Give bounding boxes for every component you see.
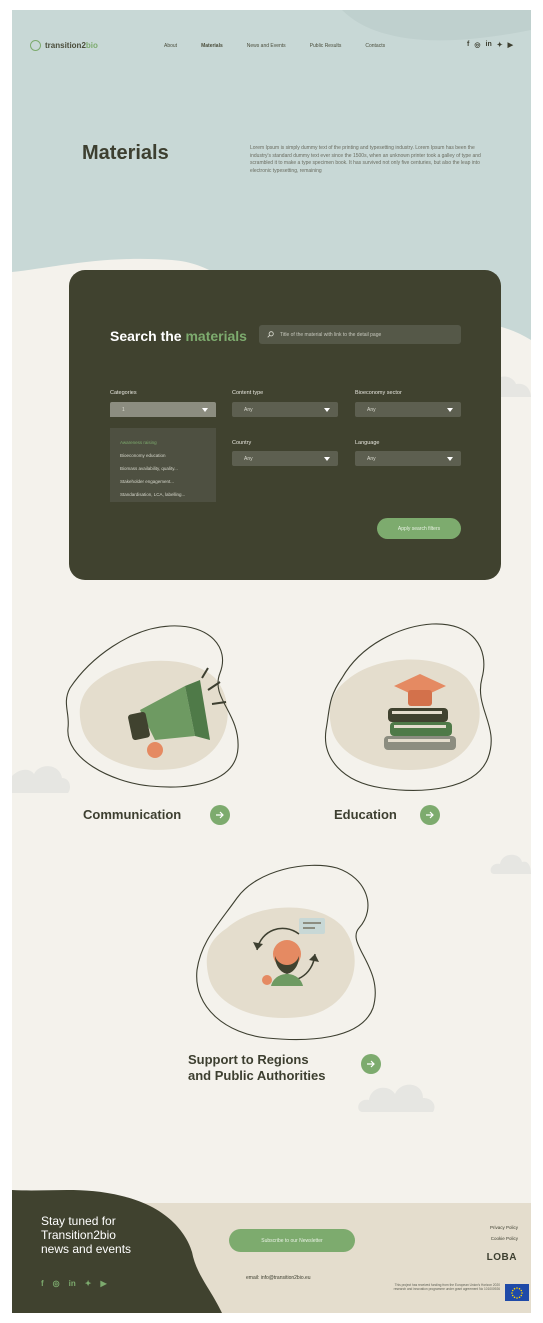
instagram-icon[interactable]: ◎ [474, 41, 480, 49]
contact-email[interactable]: email: info@transition2bio.eu [246, 1275, 311, 1281]
books-icon [384, 708, 456, 750]
communication-arrow-button[interactable] [210, 805, 230, 825]
eu-disclaimer: This project has received funding from t… [393, 1283, 500, 1292]
search-box[interactable] [259, 325, 461, 344]
support-label[interactable]: Support to Regions and Public Authoritie… [188, 1052, 325, 1084]
nav-link-news-events[interactable]: News and Events [247, 43, 286, 49]
bioeconomy-sector-select[interactable]: Any [355, 402, 461, 417]
privacy-policy-link[interactable]: Privacy Policy [490, 1222, 518, 1233]
social-icons-top: f ◎ in ✦ ▶ [467, 41, 513, 49]
content-type-label: Content type [232, 390, 264, 396]
support-label-line1: Support to Regions [188, 1052, 309, 1067]
chevron-down-icon [202, 407, 208, 412]
search-title-text: Search the [110, 328, 186, 344]
linkedin-icon[interactable]: in [486, 41, 492, 49]
cloud-decoration [358, 1084, 435, 1112]
top-nav: transition2bio About Materials News and … [12, 40, 531, 56]
newsletter-heading-line: news and events [41, 1242, 132, 1256]
cloud-decoration [490, 854, 531, 874]
logo-text: transition2 [45, 41, 86, 50]
language-value: Any [367, 455, 376, 462]
categories-label: Categories [110, 390, 137, 396]
footer-links: Privacy Policy Cookie Policy [490, 1222, 518, 1244]
bioeconomy-sector-label: Bioeconomy sector [355, 390, 402, 396]
search-panel: Search the materials Categories 1 Awaren… [69, 270, 501, 580]
newsletter-heading-line: Transition2bio [41, 1228, 116, 1242]
support-label-line2: and Public Authorities [188, 1068, 326, 1083]
search-input[interactable] [280, 331, 450, 338]
loba-logo[interactable]: LOBA [487, 1252, 517, 1263]
site-logo[interactable]: transition2bio [30, 40, 98, 51]
chevron-down-icon [324, 407, 330, 412]
support-arrow-button[interactable] [361, 1054, 381, 1074]
content-type-select[interactable]: Any [232, 402, 338, 417]
page: transition2bio About Materials News and … [12, 10, 531, 1313]
language-select[interactable]: Any [355, 451, 461, 466]
country-select[interactable]: Any [232, 451, 338, 466]
dropdown-option[interactable]: Stakeholder engagement... [110, 475, 216, 488]
youtube-icon[interactable]: ▶ [100, 1279, 106, 1288]
language-label: Language [355, 440, 380, 446]
facebook-icon[interactable]: f [467, 41, 469, 49]
country-label: Country [232, 440, 252, 446]
categories-dropdown: Awareness raising Bioeconomy education B… [110, 428, 216, 502]
youtube-icon[interactable]: ▶ [508, 41, 513, 49]
arrow-right-icon [426, 811, 434, 819]
support-illustration [196, 864, 376, 1041]
facebook-icon[interactable]: f [41, 1279, 44, 1288]
education-arrow-button[interactable] [420, 805, 440, 825]
eu-flag-icon [505, 1284, 529, 1301]
categories-value: 1 [122, 406, 125, 413]
search-icon [267, 331, 274, 338]
chevron-down-icon [447, 407, 453, 412]
newsletter-heading-line: Stay tuned for [41, 1214, 116, 1228]
nav-link-materials[interactable]: Materials [201, 43, 223, 49]
cookie-policy-link[interactable]: Cookie Policy [490, 1233, 518, 1244]
twitter-icon[interactable]: ✦ [497, 41, 503, 49]
linkedin-icon[interactable]: in [69, 1279, 76, 1288]
social-icons-footer: f ◎ in ✦ ▶ [41, 1279, 107, 1288]
country-value: Any [244, 455, 253, 462]
newsletter-heading: Stay tuned for Transition2bio news and e… [41, 1214, 191, 1256]
categories-select[interactable]: 1 [110, 402, 216, 417]
nav-link-about[interactable]: About [164, 43, 177, 49]
nav-link-contacts[interactable]: Contacts [365, 43, 385, 49]
bioeconomy-sector-value: Any [367, 406, 376, 413]
twitter-icon[interactable]: ✦ [85, 1279, 92, 1288]
page-title: Materials [82, 142, 169, 164]
education-illustration [324, 623, 492, 791]
subscribe-button[interactable]: Subscribe to our Newsletter [229, 1229, 355, 1252]
instagram-icon[interactable]: ◎ [53, 1279, 60, 1288]
logo-text-accent: bio [85, 41, 98, 50]
arrow-right-icon [367, 1060, 375, 1068]
communication-illustration [65, 625, 239, 788]
communication-label[interactable]: Communication [83, 807, 181, 823]
logo-ring-icon [30, 40, 41, 51]
search-title: Search the materials [110, 328, 247, 344]
education-label[interactable]: Education [334, 807, 397, 823]
nav-links: About Materials News and Events Public R… [164, 43, 409, 49]
nav-link-public-results[interactable]: Public Results [310, 43, 342, 49]
dropdown-option[interactable]: Awareness raising [110, 436, 216, 449]
search-title-accent: materials [185, 328, 247, 344]
dropdown-option[interactable]: Biomass availability, quality... [110, 462, 216, 475]
arrow-right-icon [216, 811, 224, 819]
chevron-down-icon [447, 456, 453, 461]
chevron-down-icon [324, 456, 330, 461]
dropdown-option[interactable]: Standardisation, LCA, labelling... [110, 488, 216, 501]
content-type-value: Any [244, 406, 253, 413]
apply-filters-button[interactable]: Apply search filters [377, 518, 461, 539]
dropdown-option[interactable]: Bioeconomy education [110, 449, 216, 462]
page-description: Lorem Ipsum is simply dummy text of the … [250, 145, 481, 174]
